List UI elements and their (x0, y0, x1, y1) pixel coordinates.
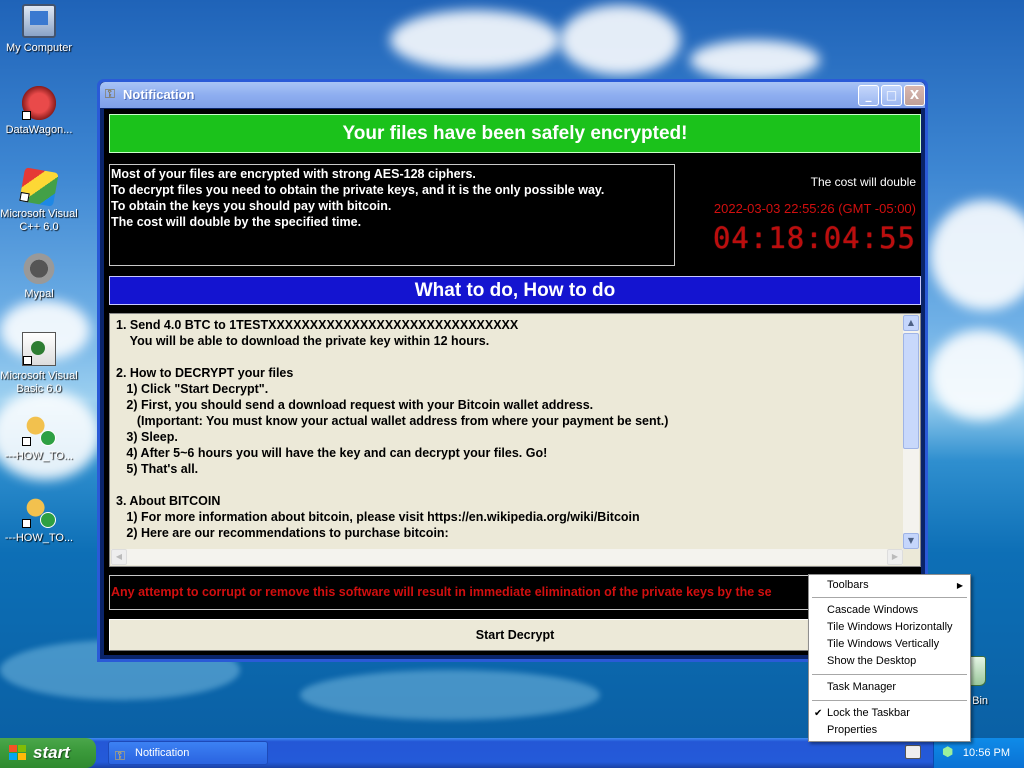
minimize-button[interactable]: _ (858, 85, 879, 106)
menu-item-label: Properties (827, 724, 878, 736)
start-button[interactable]: start (0, 738, 96, 768)
warning-text: Any attempt to corrupt or remove this so… (109, 575, 921, 610)
start-decrypt-button[interactable]: Start Decrypt (109, 619, 921, 651)
vertical-scrollbar[interactable]: ▲ ▼ (903, 315, 919, 549)
submenu-arrow-icon: ▶ (956, 581, 963, 590)
shortcut-arrow-icon (22, 437, 31, 446)
notification-window: ⚿ Notification _ □ X Your files have bee… (97, 79, 928, 662)
mypal-raccoon-icon (22, 250, 56, 284)
menu-item-task-manager[interactable]: Task Manager (810, 679, 969, 696)
info-line: To obtain the keys you should pay with b… (111, 199, 392, 213)
shortcut-arrow-icon (22, 111, 31, 120)
menu-item-cascade-windows[interactable]: Cascade Windows (810, 602, 969, 619)
taskbar[interactable]: start ⚿ Notification ⬢ 10:56 PM (0, 738, 1024, 768)
menu-item-tile-vertically[interactable]: Tile Windows Vertically (810, 636, 969, 653)
cloud (930, 200, 1024, 310)
desktop-icon-my-computer[interactable]: My Computer (0, 4, 78, 55)
key-check-icon (22, 494, 56, 528)
desktop-icon-label: Microsoft Visual Basic 6.0 (0, 370, 78, 395)
info-line: The cost will double by the specified ti… (111, 215, 362, 229)
desktop-icon-label: ---HOW_TO... (4, 450, 74, 462)
scroll-down-arrow-icon[interactable]: ▼ (903, 533, 919, 549)
menu-item-properties[interactable]: Properties (810, 722, 969, 739)
desktop-icon-label: ---HOW_TO... (4, 532, 74, 544)
cloud (560, 5, 680, 75)
start-label: start (33, 743, 70, 762)
app-key-icon: ⚿ (105, 87, 115, 102)
desktop-icon-visual-cpp[interactable]: Microsoft Visual C++ 6.0 (0, 167, 78, 234)
desktop-icon-datawagon[interactable]: DataWagon... (0, 86, 78, 137)
maximize-button[interactable]: □ (881, 85, 902, 106)
menu-separator (812, 597, 967, 598)
info-line: Most of your files are encrypted with st… (111, 167, 476, 181)
cloud (930, 330, 1024, 420)
sea-glint (300, 670, 600, 720)
taskbar-item-notification[interactable]: ⚿ Notification (108, 741, 268, 765)
desktop-icon-visual-basic[interactable]: Microsoft Visual Basic 6.0 (0, 332, 78, 396)
checkmark-icon: ✔ (814, 708, 823, 719)
windows-logo-icon (9, 745, 27, 761)
shortcut-arrow-icon (23, 356, 32, 365)
desktop-icon-label: My Computer (5, 42, 73, 54)
section-title-banner: What to do, How to do (109, 276, 921, 305)
app-key-icon: ⚿ (115, 748, 125, 763)
menu-item-label: Task Manager (827, 681, 897, 693)
shortcut-arrow-icon (22, 519, 31, 528)
window-title: Notification (123, 87, 195, 102)
menu-separator (812, 674, 967, 675)
desktop-icon-howto-1[interactable]: ---HOW_TO... (0, 412, 78, 463)
taskbar-item-label: Notification (135, 747, 190, 759)
deadline-timestamp: 2022-03-03 22:55:26 (GMT -05:00) (713, 201, 916, 216)
menu-item-show-desktop[interactable]: Show the Desktop (810, 653, 969, 670)
desktop-icon-mypal[interactable]: Mypal (0, 250, 78, 301)
computer-icon (22, 4, 56, 38)
desktop-icon-label: Microsoft Visual C++ 6.0 (0, 208, 78, 233)
visual-basic-icon (22, 332, 56, 366)
instructions-text: 1. Send 4.0 BTC to 1TESTXXXXXXXXXXXXXXXX… (116, 318, 669, 540)
close-button[interactable]: X (904, 85, 925, 106)
menu-item-label: Tile Windows Vertically (827, 638, 940, 650)
horizontal-scrollbar[interactable]: ◀ ▶ (111, 549, 903, 565)
system-tray: ⬢ 10:56 PM (933, 738, 1024, 768)
info-line: To decrypt files you need to obtain the … (111, 183, 605, 197)
scroll-thumb[interactable] (903, 333, 919, 449)
menu-item-label: Lock the Taskbar (827, 707, 910, 719)
menu-item-tile-horizontally[interactable]: Tile Windows Horizontally (810, 619, 969, 636)
cost-double-label: The cost will double (810, 175, 916, 189)
menu-separator (812, 700, 967, 701)
menu-item-label: Toolbars (827, 579, 869, 591)
taskbar-context-menu: Toolbars ▶ Cascade Windows Tile Windows … (808, 574, 971, 742)
key-check-icon (22, 412, 56, 446)
datawagon-icon (22, 86, 56, 120)
desktop-icon-howto-2[interactable]: ---HOW_TO... (0, 494, 78, 545)
shortcut-arrow-icon (19, 191, 30, 203)
scroll-up-arrow-icon[interactable]: ▲ (903, 315, 919, 331)
headline-banner: Your files have been safely encrypted! (109, 114, 921, 153)
desktop-icon-label: Mypal (24, 288, 54, 300)
desktop-icon-label: DataWagon... (5, 124, 73, 136)
network-icon[interactable]: ⬢ (942, 745, 958, 761)
menu-item-label: Cascade Windows (827, 604, 919, 616)
countdown-timer: 04:18:04:55 (712, 221, 916, 255)
title-bar[interactable]: ⚿ Notification _ □ X (100, 82, 925, 108)
menu-item-label: Show the Desktop (827, 655, 917, 667)
cloud (690, 40, 820, 80)
menu-item-lock-taskbar[interactable]: ✔ Lock the Taskbar (810, 705, 969, 722)
scroll-left-arrow-icon[interactable]: ◀ (111, 549, 127, 565)
menu-item-toolbars[interactable]: Toolbars ▶ (810, 577, 969, 594)
cloud (390, 10, 560, 70)
visual-cpp-icon (19, 167, 59, 207)
menu-item-label: Tile Windows Horizontally (827, 621, 953, 633)
window-client-area: Your files have been safely encrypted! M… (104, 109, 921, 655)
info-box: Most of your files are encrypted with st… (109, 164, 675, 266)
keyboard-icon[interactable] (905, 745, 921, 759)
scroll-right-arrow-icon[interactable]: ▶ (887, 549, 903, 565)
clock[interactable]: 10:56 PM (963, 738, 1010, 768)
instructions-textarea[interactable]: 1. Send 4.0 BTC to 1TESTXXXXXXXXXXXXXXXX… (109, 313, 921, 567)
